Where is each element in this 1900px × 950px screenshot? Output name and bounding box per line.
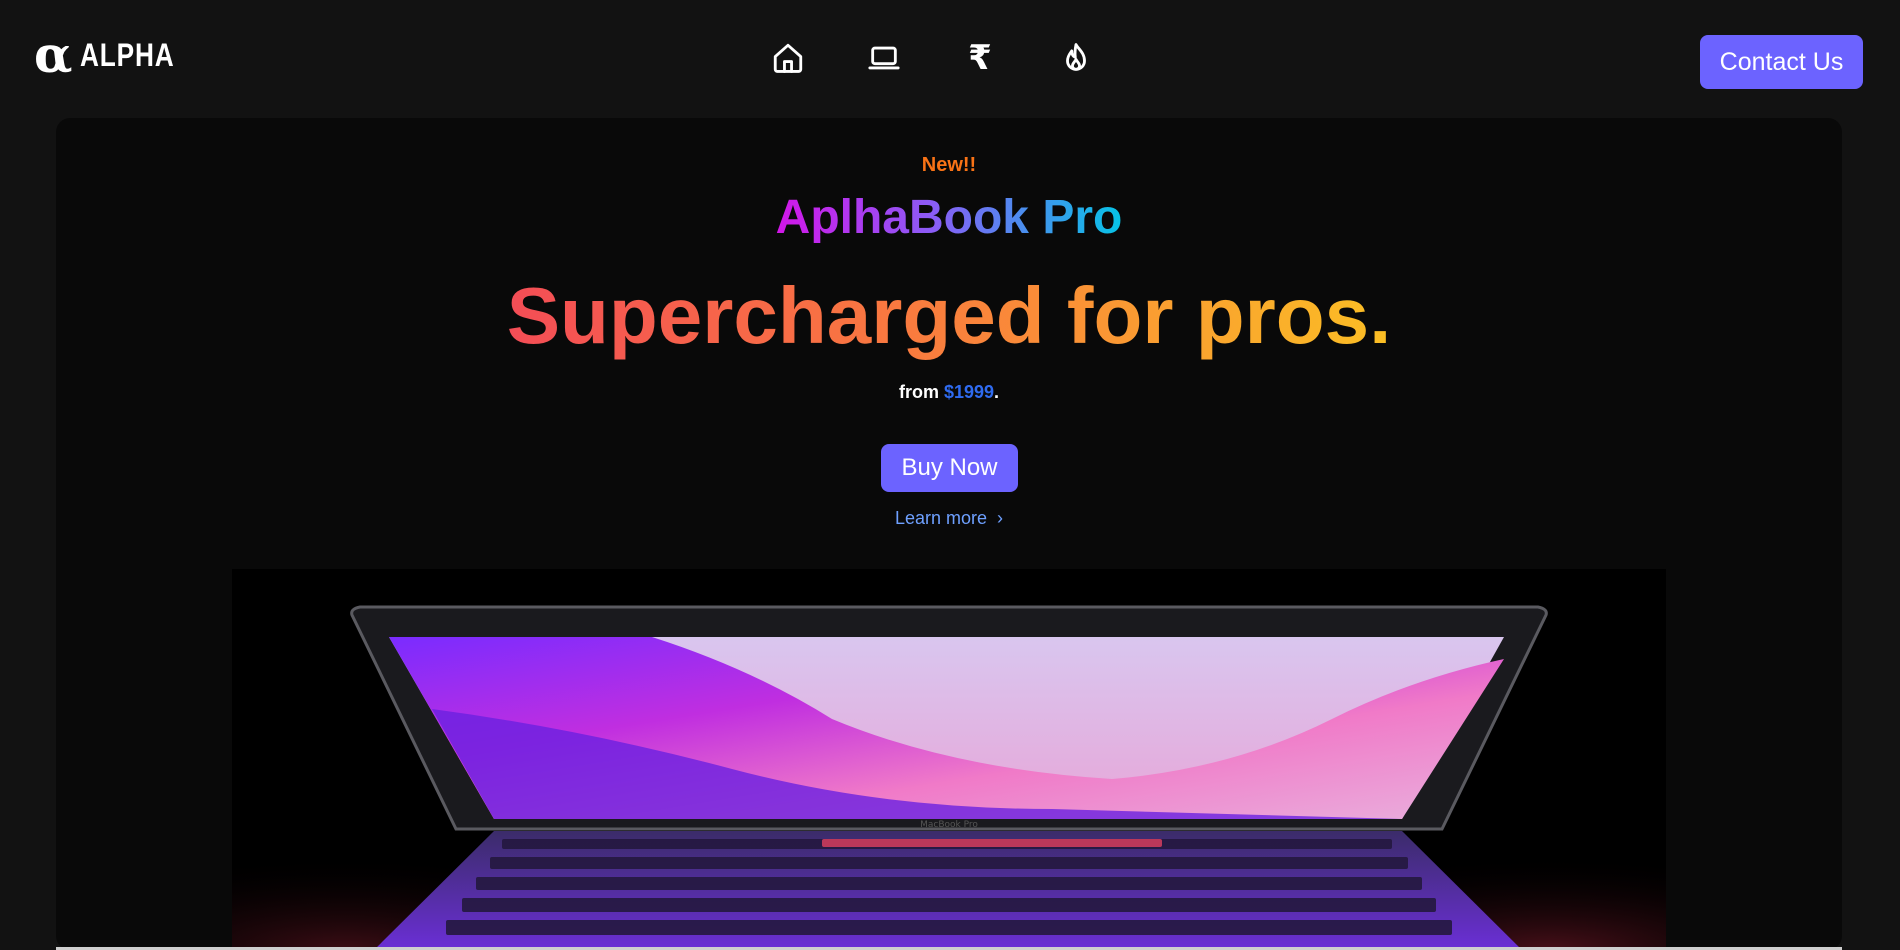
contact-us-button[interactable]: Contact Us <box>1700 35 1863 89</box>
price-line: from $1999. <box>56 382 1842 403</box>
home-icon[interactable] <box>770 40 806 76</box>
rupee-glyph: ₹ <box>968 38 992 78</box>
headline-wrap: Supercharged for pros. <box>56 270 1842 362</box>
nav-icons: ₹ <box>770 40 1094 76</box>
price-prefix: from <box>898 382 944 402</box>
brand-logo[interactable]: α ALPHA <box>34 30 196 80</box>
brand-name: ALPHA <box>80 36 175 73</box>
product-name: AplhaBook Pro <box>775 191 1123 244</box>
product-image: MacBook Pro <box>232 569 1666 950</box>
chevron-right-icon: › <box>997 508 1004 528</box>
navbar: α ALPHA ₹ Contact Us <box>0 0 1900 118</box>
fire-icon[interactable] <box>1058 40 1094 76</box>
learn-more-label: Learn more <box>894 508 988 528</box>
price-suffix: . <box>994 382 1000 402</box>
buy-now-button[interactable]: Buy Now <box>881 444 1018 492</box>
laptop-screen-label: MacBook Pro <box>920 820 978 830</box>
rupee-icon[interactable]: ₹ <box>962 40 998 76</box>
alpha-logo-icon: α <box>34 25 73 84</box>
laptop-illustration: MacBook Pro <box>232 569 1666 950</box>
new-badge: New!! <box>921 154 977 176</box>
product-name-wrap: AplhaBook Pro <box>56 190 1842 245</box>
laptop-icon[interactable] <box>866 40 902 76</box>
headline: Supercharged for pros. <box>506 271 1392 360</box>
price-value: $1999 <box>943 382 995 402</box>
hero-section: New!! AplhaBook Pro Supercharged for pro… <box>56 118 1842 950</box>
learn-more-link[interactable]: Learn more › <box>56 508 1842 529</box>
